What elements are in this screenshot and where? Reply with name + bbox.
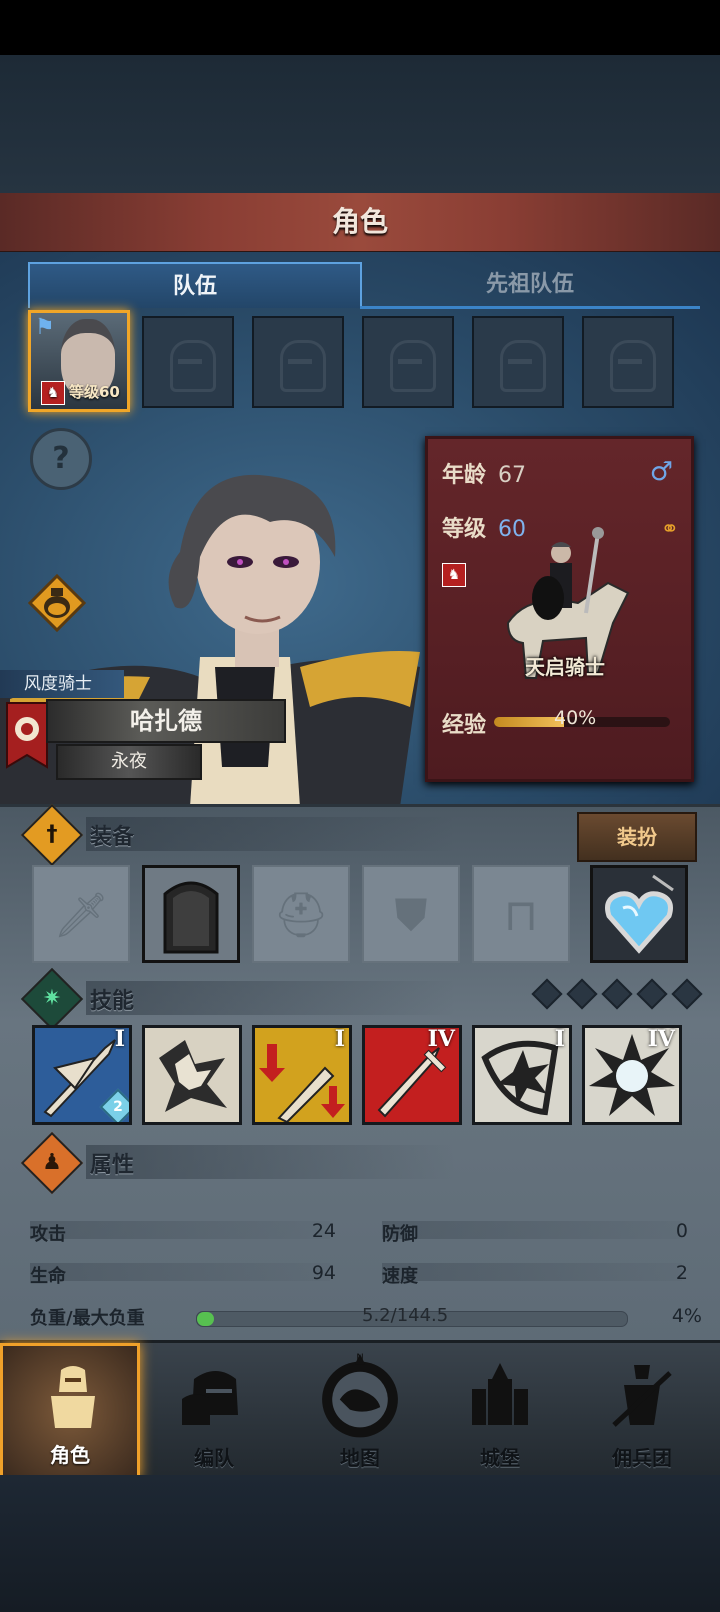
defense-value: 0 xyxy=(675,1220,688,1242)
party-slot-empty[interactable] xyxy=(472,316,564,408)
nav-formation-label: 编队 xyxy=(194,1446,234,1470)
level-label: 等级 xyxy=(442,517,487,542)
nav-formation[interactable]: 编队 xyxy=(144,1343,284,1479)
skill-slot[interactable]: I 2 xyxy=(32,1025,132,1125)
amulet-icon xyxy=(593,868,685,960)
status-bar xyxy=(0,0,720,55)
equipment-header: † 装备 xyxy=(20,803,456,867)
knight-icon xyxy=(51,1366,95,1428)
load-value: 5.2/144.5 xyxy=(362,1305,449,1326)
skill-rank: I xyxy=(554,1026,565,1052)
equip-slot-boots[interactable]: ⊓ xyxy=(472,865,570,963)
nav-castle[interactable]: 城堡 xyxy=(430,1343,570,1479)
helmet-placeholder-icon xyxy=(280,340,326,392)
load-bar-fill xyxy=(197,1312,215,1326)
attack-label: 攻击 xyxy=(30,1224,66,1245)
house-banner-icon xyxy=(6,702,48,769)
age-label: 年龄 xyxy=(442,463,487,488)
castle-icon xyxy=(472,1363,528,1425)
nav-mercenaries-label: 佣兵团 xyxy=(612,1446,672,1470)
nav-mercenaries[interactable]: 佣兵团 xyxy=(572,1343,712,1479)
equip-slot-helmet[interactable]: ⛑ xyxy=(252,865,350,963)
skill-slot[interactable] xyxy=(142,1025,242,1125)
party-slot-empty[interactable] xyxy=(582,316,674,408)
equipment-label: 装备 xyxy=(90,825,135,850)
skill-slot[interactable]: I xyxy=(252,1025,352,1125)
skill-points xyxy=(531,978,711,1010)
skill-rank: I xyxy=(114,1026,125,1052)
equip-slot-shield[interactable] xyxy=(142,865,240,963)
flag-icon: ⚑ xyxy=(35,315,55,340)
life-value: 94 xyxy=(311,1262,336,1284)
speed-label: 速度 xyxy=(382,1266,418,1287)
nav-map-label: 地图 xyxy=(340,1446,380,1470)
attributes-label: 属性 xyxy=(90,1153,135,1178)
cavalry-icon: ♞ xyxy=(442,563,466,587)
equip-slot-amulet[interactable] xyxy=(590,865,688,963)
skill-rank: IV xyxy=(427,1026,455,1052)
character-name: 哈扎德 xyxy=(46,699,286,743)
attack-value: 24 xyxy=(311,1220,336,1242)
star-burst-icon: ✷ xyxy=(42,986,62,1011)
nav-castle-label: 城堡 xyxy=(480,1446,520,1470)
equip-slot-armor[interactable]: ⛊ xyxy=(362,865,460,963)
mount-name: 天启骑士 xyxy=(525,655,605,679)
load-label: 负重/最大负重 xyxy=(30,1308,145,1329)
party-slot-empty[interactable] xyxy=(142,316,234,408)
nav-character-label: 角色 xyxy=(50,1443,90,1467)
defense-label: 防御 xyxy=(382,1224,418,1245)
speed-value: 2 xyxy=(675,1262,688,1284)
skills-header: ✷ 技能 xyxy=(20,967,456,1031)
nav-character[interactable]: 角色 xyxy=(0,1343,140,1479)
dress-up-button[interactable]: 装扮 xyxy=(577,812,697,862)
cross-icon: † xyxy=(46,822,58,847)
party-slot-empty[interactable] xyxy=(252,316,344,408)
boots-icon: ⊓ xyxy=(503,890,539,941)
party-slot-level: 等级60 xyxy=(69,383,120,401)
skills-label: 技能 xyxy=(90,989,135,1014)
rings-icon[interactable]: ⚭ xyxy=(661,517,679,542)
tab-team[interactable]: 队伍 xyxy=(28,262,362,308)
life-label: 生命 xyxy=(30,1266,66,1287)
shield-icon xyxy=(145,868,237,960)
helmet-placeholder-icon xyxy=(500,340,546,392)
upper-background xyxy=(0,55,720,195)
crystal-burst-icon xyxy=(159,1040,227,1112)
character-class: 风度骑士 xyxy=(0,670,124,698)
attributes-header: ♟ 属性 xyxy=(20,1131,456,1195)
sword-icon: 🗡 xyxy=(53,890,109,941)
helmet-placeholder-icon xyxy=(170,340,216,392)
bottom-background xyxy=(0,1475,720,1612)
exp-label: 经验 xyxy=(442,713,487,738)
character-section: 队伍 先祖队伍 ⚑ ♞ 等级60 ? 风度骑士 哈扎德 永夜 年龄 67 ♂ 等… xyxy=(0,252,720,807)
skill-slot[interactable]: I xyxy=(472,1025,572,1125)
helmet-group-icon xyxy=(182,1371,238,1425)
equip-slot-weapon[interactable]: 🗡 xyxy=(32,865,130,963)
exp-value: 40% xyxy=(554,707,597,729)
mercenary-icon xyxy=(612,1365,672,1427)
skill-slot[interactable]: IV xyxy=(582,1025,682,1125)
helmet-icon: ⛑ xyxy=(273,890,329,941)
skill-slot[interactable]: IV xyxy=(362,1025,462,1125)
skill-rank: I xyxy=(334,1026,345,1052)
compass-map-icon: N xyxy=(322,1352,398,1438)
load-percent: 4% xyxy=(671,1305,702,1327)
tab-ancestor-team[interactable]: 先祖队伍 xyxy=(360,262,700,309)
helmet-placeholder-icon xyxy=(610,340,656,392)
page-title: 角色 xyxy=(0,193,720,254)
cavalry-icon: ♞ xyxy=(41,381,65,405)
character-title: 永夜 xyxy=(56,744,202,780)
helmet-placeholder-icon xyxy=(390,340,436,392)
compass-north: N xyxy=(356,1352,364,1363)
person-icon: ♟ xyxy=(42,1150,62,1175)
party-slot-active[interactable]: ⚑ ♞ 等级60 xyxy=(28,310,130,412)
nav-map[interactable]: N 地图 xyxy=(290,1343,430,1479)
party-slot-empty[interactable] xyxy=(362,316,454,408)
armor-icon: ⛊ xyxy=(394,890,428,941)
bottom-navigation: 角色 编队 N 地图 城堡 佣兵团 xyxy=(0,1340,720,1479)
male-icon: ♂ xyxy=(649,457,673,487)
skill-rank: IV xyxy=(647,1026,675,1052)
character-info-card: 年龄 67 ♂ 等级 60 ⚭ ♞ 天启骑士 经验 40% xyxy=(425,436,694,782)
age-value: 67 xyxy=(498,463,527,488)
